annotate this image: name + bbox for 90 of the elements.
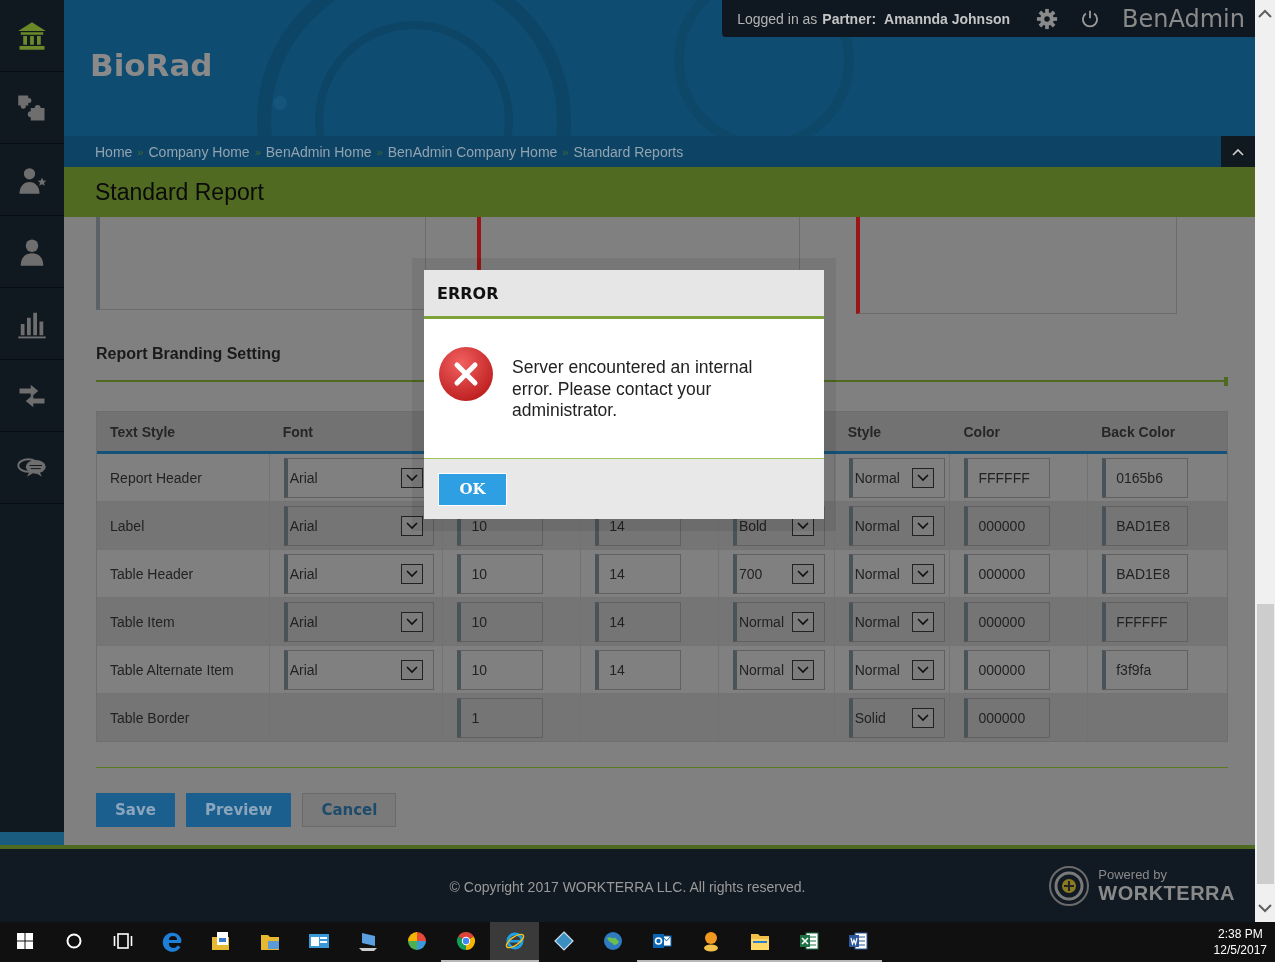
column-header: Color (963, 423, 1001, 440)
login-label: Logged in as (737, 10, 818, 27)
tricolor-circle-icon (454, 930, 477, 952)
action-button[interactable]: Preview (185, 793, 292, 827)
page-title: Standard Report (64, 167, 1255, 217)
breadcrumb-separator: » (137, 145, 144, 158)
table-cell-text: Report Header (109, 469, 202, 486)
select-field[interactable]: Arial (283, 553, 434, 594)
user-role: Partner: (822, 10, 877, 27)
taskbar-button[interactable] (490, 922, 539, 962)
task-view-icon (111, 930, 134, 952)
input-field[interactable]: 0165b6 (1102, 457, 1189, 498)
input-field[interactable]: 10 (457, 601, 544, 642)
clock-time: 2:38 PM (1217, 926, 1263, 942)
breadcrumb-link[interactable]: BenAdmin Home (265, 143, 372, 160)
settings-icon[interactable] (1036, 7, 1059, 30)
input-field[interactable]: 000000 (964, 697, 1051, 738)
input-field[interactable]: 14 (595, 553, 682, 594)
action-button[interactable]: Cancel (302, 793, 397, 827)
input-field[interactable]: 000000 (964, 601, 1051, 642)
sidebar-bottom-bar (0, 832, 64, 845)
action-button[interactable]: Save (96, 793, 175, 827)
document-folder-icon (209, 930, 232, 952)
app-name: BenAdmin (1122, 4, 1245, 33)
select-field[interactable]: Normal (732, 649, 825, 690)
home-icon[interactable] (17, 20, 47, 51)
power-icon[interactable] (1080, 8, 1101, 29)
clock-date: 12/5/2017 (1213, 942, 1267, 958)
swirl-icon (160, 930, 183, 952)
breadcrumb-link[interactable]: Standard Reports (573, 143, 684, 160)
error-message: Server encountered an internal error. Please contact your administrator. (512, 357, 754, 422)
table-cell-text: Table Header (109, 565, 194, 582)
select-field[interactable]: Arial (283, 649, 434, 690)
input-field[interactable]: BAD1E8 (1102, 505, 1189, 546)
input-field[interactable]: 10 (457, 553, 544, 594)
select-field[interactable]: Normal (848, 505, 945, 546)
select-field[interactable]: 700 (732, 553, 825, 594)
collapse-button[interactable] (1221, 136, 1255, 167)
scrollbar-thumb[interactable] (1256, 604, 1274, 884)
section-title: Report Branding Setting (96, 345, 281, 364)
table-cell-text: Table Border (109, 709, 190, 726)
select-field[interactable]: Normal (848, 649, 945, 690)
input-field[interactable]: 14 (595, 649, 682, 690)
table-cell-text: Table Alternate Item (109, 661, 234, 678)
input-field[interactable]: BAD1E8 (1102, 553, 1189, 594)
pinwheel-icon (405, 930, 428, 952)
scroll-down-icon[interactable] (1257, 904, 1273, 914)
table-cell-text: Label (109, 517, 145, 534)
select-field[interactable]: Normal (732, 601, 825, 642)
input-field[interactable]: 000000 (964, 505, 1051, 546)
spreadsheet-icon (797, 930, 820, 952)
powered-by-text: Powered by (1098, 867, 1168, 882)
table-cell-text: Table Item (109, 613, 175, 630)
select-field[interactable]: Arial (283, 601, 434, 642)
diamond-icon (552, 930, 575, 952)
breadcrumb-link[interactable]: Home (95, 143, 133, 160)
input-field[interactable]: 1 (457, 697, 544, 738)
error-icon (438, 346, 494, 402)
select-field[interactable]: Normal (848, 601, 945, 642)
ok-button[interactable]: OK (438, 472, 507, 506)
input-field[interactable]: 10 (457, 649, 544, 690)
ring-orbit-icon (503, 930, 526, 952)
chevron-up-icon (1232, 147, 1244, 156)
select-field[interactable]: Solid (848, 697, 945, 738)
column-header: Style (847, 423, 882, 440)
breadcrumb-link[interactable]: BenAdmin Company Home (387, 143, 558, 160)
input-field[interactable]: 000000 (964, 649, 1051, 690)
input-field[interactable]: 14 (595, 601, 682, 642)
input-field[interactable]: FFFFFF (964, 457, 1051, 498)
input-field[interactable]: f3f9fa (1102, 649, 1189, 690)
copyright-text: © Copyright 2017 WORKTERRA LLC. All rights reserved. (449, 879, 806, 895)
select-field[interactable]: Normal (848, 457, 945, 498)
user-name: Amannda Johnson (884, 10, 1011, 27)
column-header: Text Style (110, 423, 176, 440)
scroll-up-icon[interactable] (1257, 8, 1273, 18)
document-icon (846, 930, 869, 952)
globe-icon (601, 930, 624, 952)
breadcrumb-separator: » (254, 145, 261, 158)
brand-name: WORKTERRA (1098, 882, 1235, 904)
company-logo: BioRad (90, 47, 213, 83)
select-field[interactable]: Normal (848, 553, 945, 594)
input-field[interactable]: 000000 (964, 553, 1051, 594)
breadcrumb-link[interactable]: Company Home (148, 143, 250, 160)
breadcrumb-separator: » (376, 145, 383, 158)
breadcrumb-separator: » (562, 145, 569, 158)
target-logo-icon (1048, 864, 1091, 907)
dialog-title: ERROR (424, 270, 824, 319)
column-header: Back Color (1101, 423, 1176, 440)
input-field[interactable]: FFFFFF (1102, 601, 1189, 642)
column-header: Font (282, 423, 313, 440)
